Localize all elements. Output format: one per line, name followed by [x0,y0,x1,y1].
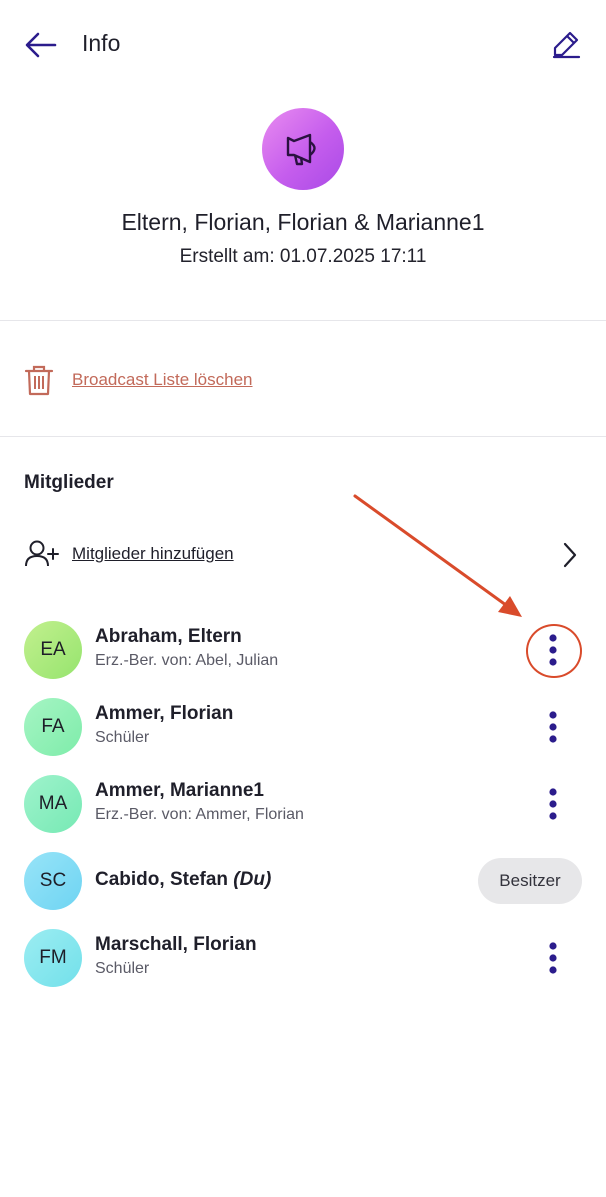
more-options-button[interactable] [536,935,570,981]
member-row[interactable]: MA Ammer, Marianne1 Erz.-Ber. von: Ammer… [0,775,606,837]
member-row[interactable]: FA Ammer, Florian Schüler [0,698,606,760]
top-bar: Info [0,0,606,88]
member-row[interactable]: SC Cabido, Stefan (Du) Besitzer [0,852,606,914]
annotation-arrow-icon [353,494,522,617]
avatar: SC [24,852,82,910]
avatar: MA [24,775,82,833]
page-title: Info [82,30,121,56]
back-button[interactable] [22,26,60,64]
more-vertical-icon [549,711,557,743]
broadcast-name: Eltern, Florian, Florian & Marianne1 [121,209,485,235]
member-name: Marschall, Florian [95,934,257,955]
member-name: Cabido, Stefan [95,869,229,890]
megaphone-icon [286,133,316,166]
created-info: Erstellt am: 01.07.2025 17:11 [0,246,606,268]
owner-badge: Besitzer [478,858,582,904]
edit-pencil-icon [552,31,581,59]
more-options-button[interactable] [536,781,570,827]
divider [0,436,606,437]
member-name: Ammer, Florian [95,703,234,724]
member-name-wrap: Cabido, Stefan (Du) [95,869,271,891]
member-row[interactable]: EA Abraham, Eltern Erz.-Ber. von: Abel, … [0,621,606,683]
more-options-button[interactable] [536,704,570,750]
more-vertical-icon [549,942,557,974]
avatar: FA [24,698,82,756]
member-subtitle: Erz.-Ber. von: Abel, Julian [95,652,279,669]
avatar: EA [24,621,82,679]
divider [0,320,606,321]
member-row[interactable]: FM Marschall, Florian Schüler [0,929,606,991]
member-subtitle: Erz.-Ber. von: Ammer, Florian [95,806,304,823]
delete-broadcast-button[interactable]: Broadcast Liste löschen [24,360,253,400]
trash-icon [24,365,54,396]
member-subtitle: Schüler [95,729,150,746]
created-label: Erstellt am: [179,246,275,267]
member-subtitle: Schüler [95,960,150,977]
annotation-circle [526,624,582,678]
avatar: FM [24,929,82,987]
self-indicator: (Du) [233,869,272,890]
delete-broadcast-label: Broadcast Liste löschen [72,370,253,389]
chevron-right-icon [563,542,577,568]
add-user-icon [25,540,59,567]
edit-button[interactable] [546,24,586,64]
created-value: 01.07.2025 17:11 [279,246,427,267]
broadcast-avatar [262,108,344,190]
members-section-title: Mitglieder [24,472,114,493]
member-name: Ammer, Marianne1 [95,780,264,801]
member-name: Abraham, Eltern [95,626,242,647]
more-vertical-icon [549,788,557,820]
add-members-label: Mitglieder hinzufügen [72,544,234,563]
arrow-left-icon [25,32,57,58]
